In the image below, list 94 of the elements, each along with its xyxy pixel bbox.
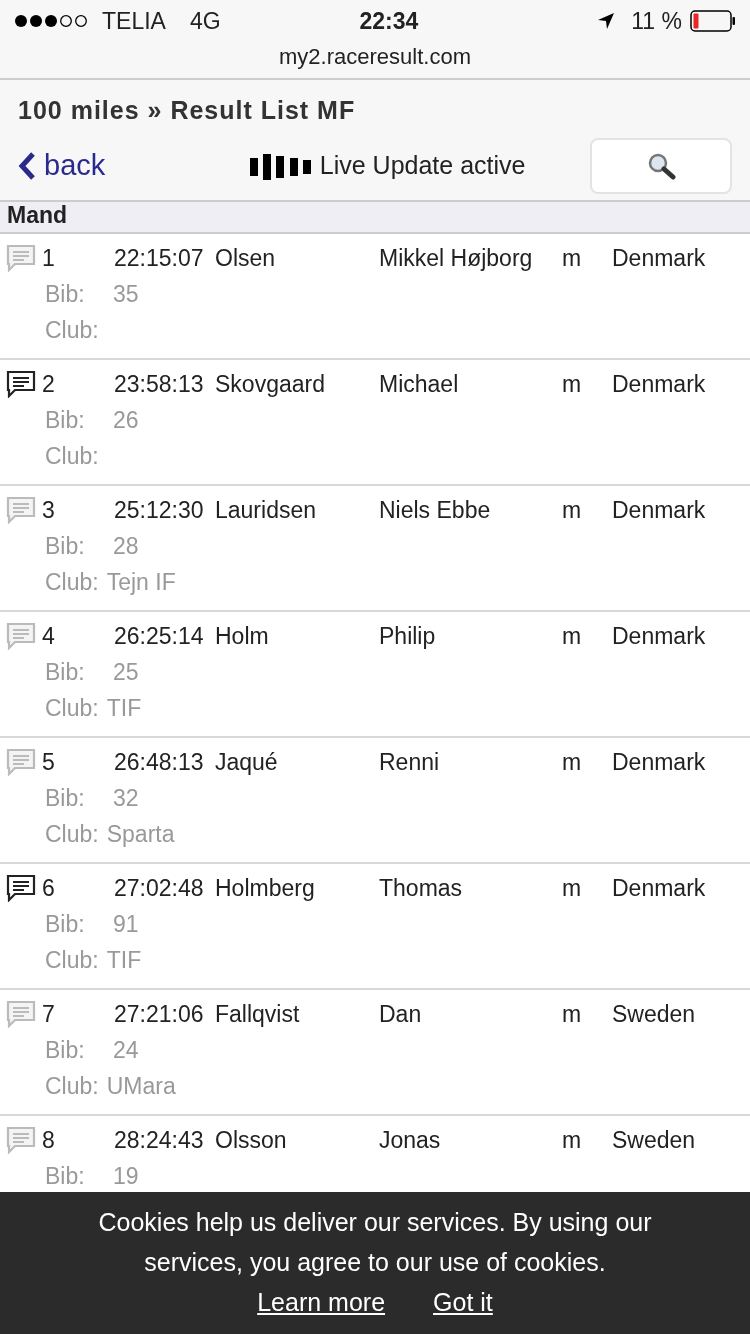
bib-label: Bib: [45,910,86,939]
bib-label: Bib: [45,406,86,435]
last-name: Olsson [215,1125,288,1155]
last-name: Skovgaard [215,369,326,399]
search-button[interactable] [590,137,732,194]
rank: 1 [42,243,56,273]
first-name: Mikkel Højborg [379,243,534,273]
country: Denmark [612,495,707,525]
club-label: Club: [45,443,99,469]
bib-label: Bib: [45,1036,86,1065]
finish-time: 23:58:13 [114,369,205,399]
country: Denmark [612,747,707,777]
rank: 2 [42,369,56,399]
first-name: Jonas [379,1125,442,1155]
bib-number: 28 [113,533,139,559]
last-name: Holm [215,621,270,651]
last-name: Jaqué [215,747,279,777]
finish-time: 25:12:30 [114,495,205,525]
rank: 8 [42,1125,56,1155]
bib-number: 25 [113,659,139,685]
chevron-left-icon [18,150,36,181]
finish-time: 27:02:48 [114,873,205,903]
comment-icon[interactable] [6,370,36,398]
country: Denmark [612,243,707,273]
country: Sweden [612,999,697,1029]
finish-time: 22:15:07 [114,243,205,273]
bib-number: 32 [113,785,139,811]
address-url[interactable]: my2.raceresult.com [279,44,471,69]
sex: m [562,621,583,651]
bib-number: 19 [113,1163,139,1189]
first-name: Philip [379,621,437,651]
club-label: Club: [45,317,99,343]
network-type: 4G [189,6,221,36]
cookie-message: Cookies help us deliver our services. By using our services, you agree to our use of cookies. [97,1207,653,1278]
finish-time: 26:48:13 [114,747,205,777]
back-link[interactable]: back [18,143,106,188]
club-name: Sparta [106,821,175,847]
learn-more-link[interactable]: Learn more [257,1288,386,1316]
club-label: Club: [45,947,99,973]
carrier-name: TELIA [102,6,166,36]
battery-icon [690,10,736,32]
country: Denmark [612,621,707,651]
bib-label: Bib: [45,532,86,561]
club-name: Tejn IF [106,569,176,595]
club-label: Club: [45,821,99,847]
club-label: Club: [45,695,99,721]
club-name: TIF [106,695,142,721]
first-name: Niels Ebbe [379,495,492,525]
first-name: Dan [379,999,423,1029]
clock: 22:34 [359,6,419,36]
rank: 3 [42,495,56,525]
last-name: Lauridsen [215,495,318,525]
rank: 6 [42,873,56,903]
last-name: Holmberg [215,873,316,903]
live-update-status: Live Update active [319,149,526,181]
finish-time: 27:21:06 [114,999,205,1029]
rank: 4 [42,621,56,651]
bib-number: 26 [113,407,139,433]
finish-time: 26:25:14 [114,621,205,651]
location-arrow-icon [597,12,616,30]
country: Denmark [612,873,707,903]
club-name: TIF [106,947,142,973]
group-heading: Mand [7,202,68,228]
bib-number: 24 [113,1037,139,1063]
sex: m [562,495,583,525]
bib-number: 91 [113,911,139,937]
battery-percent: 11 % [631,6,682,36]
last-name: Fallqvist [215,999,301,1029]
bib-label: Bib: [45,280,86,309]
bib-label: Bib: [45,658,86,687]
sex: m [562,369,583,399]
bib-label: Bib: [45,784,86,813]
sex: m [562,999,583,1029]
bib-number: 35 [113,281,139,307]
country: Denmark [612,369,707,399]
comment-icon[interactable] [6,874,36,902]
first-name: Renni [379,747,441,777]
finish-time: 28:24:43 [114,1125,205,1155]
first-name: Michael [379,369,460,399]
club-name: UMara [106,1073,176,1099]
club-label: Club: [45,569,99,595]
last-name: Olsen [215,243,277,273]
club-label: Club: [45,1073,99,1099]
sex: m [562,243,583,273]
rank: 7 [42,999,56,1029]
country: Sweden [612,1125,697,1155]
got-it-link[interactable]: Got it [433,1288,493,1316]
sex: m [562,1125,583,1155]
sex: m [562,747,583,777]
first-name: Thomas [379,873,464,903]
rank: 5 [42,747,56,777]
page-title: 100 miles » Result List MF [18,95,357,126]
sex: m [562,873,583,903]
bib-label: Bib: [45,1162,86,1191]
